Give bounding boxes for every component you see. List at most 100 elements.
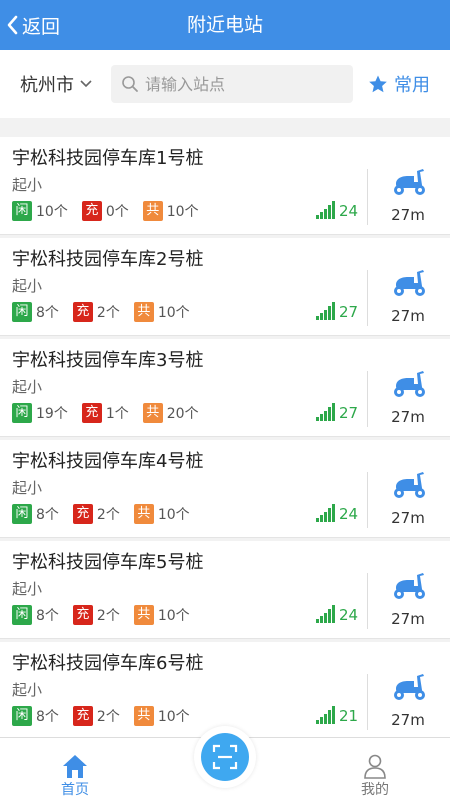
- header-bar: 返回 附近电站: [0, 0, 450, 50]
- station-distance: 27m: [391, 307, 425, 325]
- signal-bars-icon: [316, 706, 335, 724]
- idle-badge: 闲: [12, 605, 32, 625]
- idle-count: 8个: [36, 709, 59, 725]
- scooter-icon: [394, 674, 425, 700]
- back-label: 返回: [22, 15, 61, 38]
- signal-value: 21: [339, 707, 359, 725]
- signal-value: 27: [339, 404, 359, 422]
- charging-badge: 充: [72, 605, 93, 625]
- search-box[interactable]: [111, 65, 353, 103]
- signal-bars-icon: [316, 605, 335, 623]
- star-icon: [369, 75, 387, 93]
- charging-badge: 充: [72, 504, 93, 524]
- station-subtitle: 起小: [12, 681, 43, 699]
- chevron-down-icon: [80, 80, 92, 88]
- station-name: 宇松科技园停车库3号桩: [12, 350, 204, 371]
- station-distance: 27m: [391, 610, 425, 628]
- search-input[interactable]: [143, 73, 347, 95]
- charging-count: 2个: [96, 608, 120, 624]
- station-subtitle: 起小: [12, 580, 43, 598]
- total-badge: 共: [133, 706, 154, 726]
- total-count: 10个: [157, 507, 190, 523]
- search-bar: 杭州市 常用: [0, 50, 450, 118]
- total-badge: 共: [133, 504, 154, 524]
- scooter-icon: [394, 371, 425, 397]
- signal-bars-icon: [316, 403, 335, 421]
- charging-count: 2个: [96, 305, 120, 321]
- scooter-icon: [394, 472, 425, 498]
- charging-count: 0个: [105, 204, 129, 220]
- station-distance: 27m: [391, 408, 425, 426]
- city-selector[interactable]: 杭州市: [20, 50, 92, 118]
- tab-me[interactable]: 我的: [340, 738, 410, 801]
- signal-value: 24: [339, 202, 359, 220]
- idle-badge: 闲: [12, 504, 32, 524]
- station-name: 宇松科技园停车库6号桩: [12, 653, 204, 674]
- tab-home-label: 首页: [61, 782, 89, 798]
- tab-home[interactable]: 首页: [40, 738, 110, 801]
- station-distance: 27m: [391, 711, 425, 729]
- station-card[interactable]: 宇松科技园停车库4号桩 起小 闲 8个 充 2个 共 10个 24 27m: [0, 440, 450, 538]
- station-card[interactable]: 宇松科技园停车库2号桩 起小 闲 8个 充 2个 共 10个 27 27m: [0, 238, 450, 336]
- signal-strength: 27: [316, 302, 358, 320]
- port-counts: 闲 8个 充 2个 共 10个: [12, 706, 204, 726]
- favorites-button[interactable]: 常用: [368, 50, 430, 118]
- port-counts: 闲 8个 充 2个 共 10个: [12, 504, 204, 524]
- favorites-label: 常用: [394, 75, 430, 96]
- port-counts: 闲 8个 充 2个 共 10个: [12, 302, 204, 322]
- total-count: 20个: [166, 406, 199, 422]
- station-name: 宇松科技园停车库5号桩: [12, 552, 204, 573]
- idle-count: 8个: [36, 507, 59, 523]
- signal-strength: 24: [316, 605, 358, 623]
- station-name: 宇松科技园停车库4号桩: [12, 451, 204, 472]
- idle-badge: 闲: [12, 403, 32, 423]
- station-distance: 27m: [391, 206, 425, 224]
- scan-button[interactable]: [194, 726, 256, 788]
- home-icon: [63, 755, 87, 778]
- station-subtitle: 起小: [12, 479, 43, 497]
- station-distance: 27m: [391, 509, 425, 527]
- station-card[interactable]: 宇松科技园停车库5号桩 起小 闲 8个 充 2个 共 10个 24 27m: [0, 541, 450, 639]
- signal-strength: 24: [316, 201, 358, 219]
- back-button[interactable]: 返回: [6, 0, 60, 50]
- charging-badge: 充: [81, 403, 102, 423]
- station-subtitle: 起小: [12, 378, 43, 396]
- idle-count: 19个: [36, 406, 68, 422]
- signal-bars-icon: [316, 302, 335, 320]
- charging-badge: 充: [72, 706, 93, 726]
- city-label: 杭州市: [20, 75, 74, 96]
- charging-count: 2个: [96, 709, 120, 725]
- scan-icon: [212, 744, 238, 770]
- chevron-left-icon: [7, 15, 18, 35]
- signal-value: 24: [339, 505, 359, 523]
- port-counts: 闲 8个 充 2个 共 10个: [12, 605, 204, 625]
- idle-badge: 闲: [12, 201, 32, 221]
- total-count: 10个: [166, 204, 199, 220]
- total-count: 10个: [157, 709, 190, 725]
- port-counts: 闲 19个 充 1个 共 20个: [12, 403, 213, 423]
- station-card[interactable]: 宇松科技园停车库3号桩 起小 闲 19个 充 1个 共 20个 27 27m: [0, 339, 450, 437]
- idle-count: 8个: [36, 305, 59, 321]
- user-icon: [364, 754, 386, 779]
- scan-button-inner: [201, 733, 249, 781]
- total-badge: 共: [142, 403, 163, 423]
- signal-strength: 24: [316, 504, 358, 522]
- page-title: 附近电站: [186, 14, 263, 36]
- signal-bars-icon: [316, 504, 335, 522]
- total-badge: 共: [142, 201, 163, 221]
- charging-badge: 充: [72, 302, 93, 322]
- bottom-tab-bar: 首页 我的: [0, 726, 450, 801]
- station-name: 宇松科技园停车库1号桩: [12, 148, 204, 169]
- signal-value: 27: [339, 303, 359, 321]
- total-count: 10个: [157, 305, 190, 321]
- idle-count: 8个: [36, 608, 59, 624]
- station-subtitle: 起小: [12, 176, 43, 194]
- charging-count: 2个: [96, 507, 120, 523]
- scooter-icon: [394, 573, 425, 599]
- signal-strength: 27: [316, 403, 358, 421]
- station-card[interactable]: 宇松科技园停车库1号桩 起小 闲 10个 充 0个 共 10个 24 27m: [0, 137, 450, 235]
- idle-count: 10个: [36, 204, 68, 220]
- signal-value: 24: [339, 606, 359, 624]
- station-name: 宇松科技园停车库2号桩: [12, 249, 204, 270]
- total-badge: 共: [133, 302, 154, 322]
